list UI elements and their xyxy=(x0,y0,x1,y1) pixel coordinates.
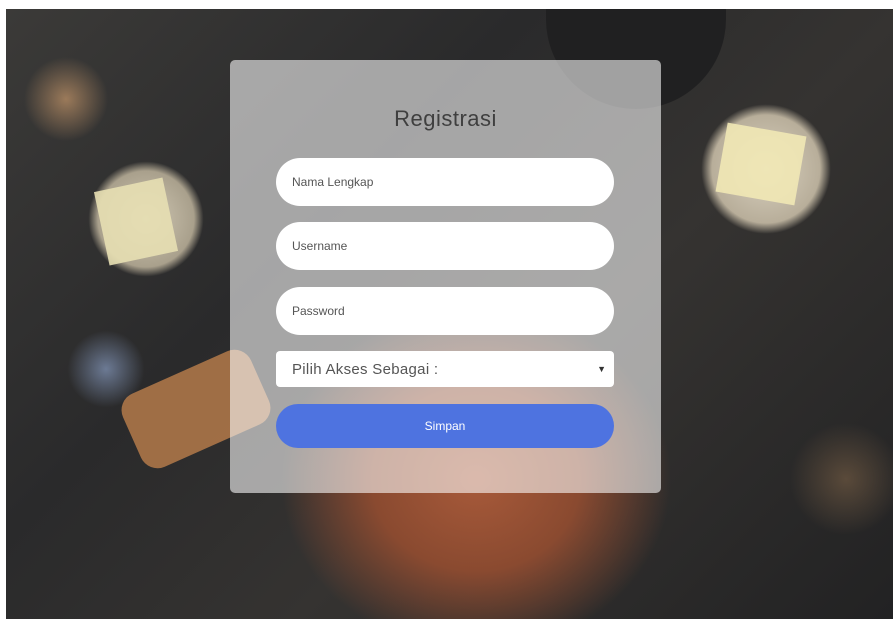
access-role-selected-value: Pilih Akses Sebagai : xyxy=(292,360,439,378)
save-button[interactable]: Simpan xyxy=(276,404,614,448)
tofu-dish-decoration xyxy=(715,122,807,206)
username-input[interactable] xyxy=(276,222,614,270)
access-role-select[interactable]: Pilih Akses Sebagai : ▼ xyxy=(276,351,614,387)
tofu-dish-decoration xyxy=(93,177,179,266)
top-strip xyxy=(0,0,893,9)
chevron-down-icon: ▼ xyxy=(597,364,606,374)
full-name-input[interactable] xyxy=(276,158,614,206)
form-title: Registrasi xyxy=(394,106,497,131)
registration-form-card: Registrasi Pilih Akses Sebagai : ▼ Simpa… xyxy=(230,60,661,493)
password-input[interactable] xyxy=(276,287,614,335)
registration-page: Registrasi Pilih Akses Sebagai : ▼ Simpa… xyxy=(0,0,893,619)
